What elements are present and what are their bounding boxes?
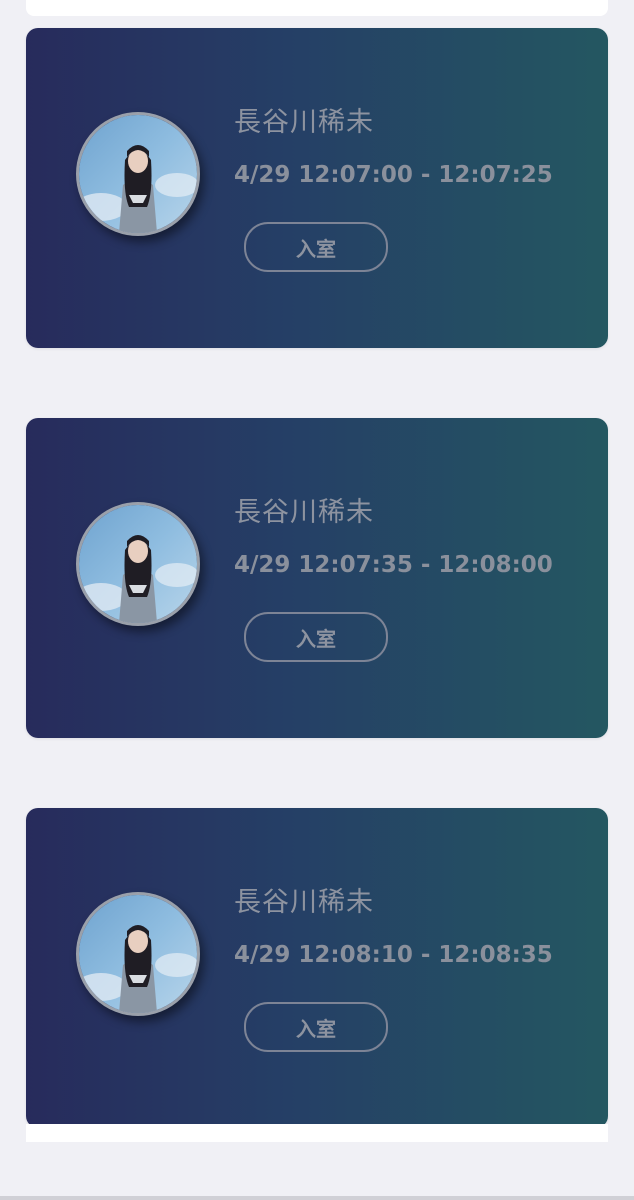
time-slot: 4/29 12:08:10 - 12:08:35: [234, 942, 553, 968]
member-name: 長谷川稀未: [234, 887, 374, 918]
enter-room-button[interactable]: 入室: [244, 612, 388, 662]
slot-card[interactable]: 長谷川稀未 4/29 12:07:00 - 12:07:25 入室: [26, 28, 608, 348]
next-card-edge: [26, 1124, 608, 1142]
member-avatar: [76, 112, 200, 236]
member-name: 長谷川稀未: [234, 497, 374, 528]
member-name: 長谷川稀未: [234, 107, 374, 138]
time-slot: 4/29 12:07:35 - 12:08:00: [234, 552, 553, 578]
slot-card[interactable]: 長谷川稀未 4/29 12:08:10 - 12:08:35 入室: [26, 808, 608, 1128]
page: 長谷川稀未 4/29 12:07:00 - 12:07:25 入室 長谷川稀未 …: [0, 0, 634, 1200]
member-avatar: [76, 892, 200, 1016]
bottom-divider: [0, 1196, 634, 1200]
member-avatar: [76, 502, 200, 626]
time-slot: 4/29 12:07:00 - 12:07:25: [234, 162, 553, 188]
previous-card-edge: [26, 0, 608, 16]
enter-room-button[interactable]: 入室: [244, 222, 388, 272]
slot-card[interactable]: 長谷川稀未 4/29 12:07:35 - 12:08:00 入室: [26, 418, 608, 738]
enter-room-button[interactable]: 入室: [244, 1002, 388, 1052]
